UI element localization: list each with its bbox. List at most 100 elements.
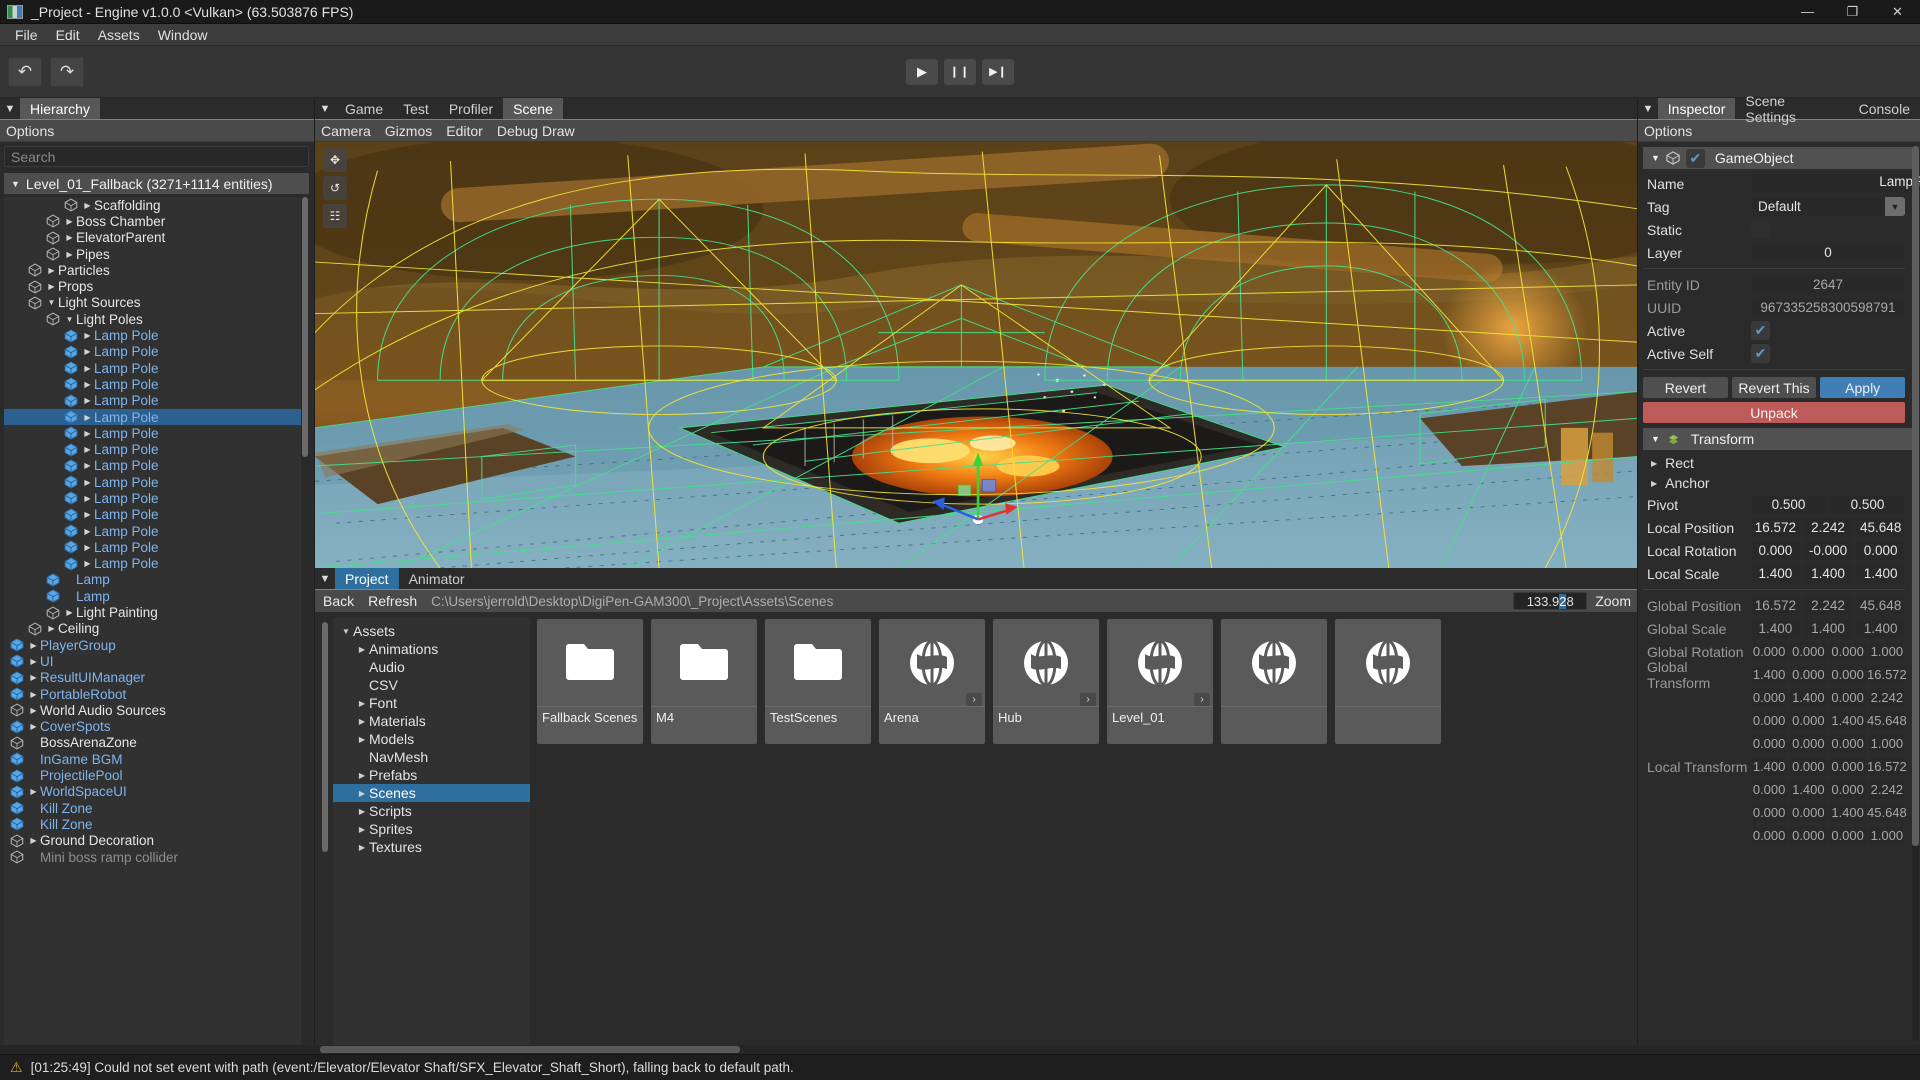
chevron-right-icon[interactable]: ▶ [63,608,76,617]
undo-button[interactable]: ↶ [8,56,42,87]
chevron-right-icon[interactable]: ▶ [45,266,58,275]
project-refresh-button[interactable]: Refresh [368,593,417,609]
hierarchy-item-lamp-pole[interactable]: ▶ Lamp Pole [4,408,309,426]
hierarchy-item-lamp-pole[interactable]: ▶ Lamp Pole [4,344,309,360]
folder-scrollbar[interactable] [321,622,329,877]
asset-card[interactable] [1335,619,1441,744]
hierarchy-item-particles[interactable]: ▶ Particles [4,262,309,278]
hierarchy-scroll-thumb[interactable] [302,197,308,457]
active-checkbox[interactable]: ✔ [1751,321,1770,340]
chevron-down-icon[interactable]: ▼ [45,298,58,307]
pivot-y[interactable]: 0.500 [1830,495,1905,514]
tab-profiler[interactable]: Profiler [439,98,503,119]
close-icon[interactable]: ✕ [1875,0,1920,23]
step-button[interactable]: ▶❙ [982,58,1014,85]
chevron-right-icon[interactable]: ▶ [63,217,76,226]
hierarchy-item-lamp-pole[interactable]: ▶ Lamp Pole [4,458,309,474]
hierarchy-item-lamp-pole[interactable]: ▶ Lamp Pole [4,393,309,409]
asset-card[interactable]: › Level_01 [1107,619,1213,744]
tab-scene[interactable]: Scene [503,98,563,119]
chevron-right-icon[interactable]: ▶ [355,717,369,726]
local-rotation-z[interactable]: 0.000 [1856,541,1906,560]
folder-item-navmesh[interactable]: NavMesh [333,748,530,766]
pivot-x[interactable]: 0.500 [1751,495,1826,514]
tab-test[interactable]: Test [393,98,439,119]
hierarchy-item-lamp-pole[interactable]: ▶ Lamp Pole [4,523,309,539]
menu-assets[interactable]: Assets [89,25,149,45]
hierarchy-item-scaffolding[interactable]: ▶ Scaffolding [4,197,309,213]
scene-viewport[interactable]: ✥ ↺ ☷ [315,142,1637,568]
folder-item-assets[interactable]: ▼ Assets [333,622,530,640]
tab-game[interactable]: Game [335,98,393,119]
hierarchy-item-lamp[interactable]: Lamp [4,572,309,588]
folder-item-audio[interactable]: Audio [333,658,530,676]
chevron-right-icon[interactable]: ▶ [63,233,76,242]
local-position-y[interactable]: 2.242 [1803,518,1853,537]
folder-scroll-thumb[interactable] [322,622,328,852]
asset-card[interactable]: Fallback Scenes [537,619,643,744]
chevron-right-icon[interactable]: ▶ [63,250,76,259]
layer-input[interactable]: 0 [1751,243,1905,262]
inspector-panel-menu-icon[interactable]: ▼ [1638,98,1658,119]
chevron-right-icon[interactable]: ▶ [81,543,94,552]
unpack-button[interactable]: Unpack [1643,402,1905,423]
name-input[interactable]: Lamp Pole [1751,174,1920,193]
chevron-right-icon[interactable]: ▶ [27,690,40,699]
transform-section-header[interactable]: ▼ Transform [1643,428,1912,450]
folder-item-models[interactable]: ▶ Models [333,730,530,748]
scene-gizmos-button[interactable]: Gizmos [385,123,432,139]
local-scale-y[interactable]: 1.400 [1803,564,1853,583]
revert-this-button[interactable]: Revert This [1731,377,1817,398]
chevron-right-icon[interactable]: ▶ [81,331,94,340]
hierarchy-item-lamp-pole[interactable]: ▶ Lamp Pole [4,556,309,572]
chevron-right-icon[interactable]: ▶ [81,380,94,389]
local-scale-x[interactable]: 1.400 [1751,564,1800,583]
bottom-scroll-strip[interactable] [0,1045,1920,1054]
hierarchy-item-coverspots[interactable]: ▶ CoverSpots [4,719,309,735]
chevron-right-icon[interactable]: ▶ [27,836,40,845]
hierarchy-item-lamp-pole[interactable]: ▶ Lamp Pole [4,490,309,506]
folder-item-scripts[interactable]: ▶ Scripts [333,802,530,820]
hierarchy-item-props[interactable]: ▶ Props [4,278,309,294]
hierarchy-search-input[interactable]: Search [4,146,309,167]
hierarchy-item-lamp-pole[interactable]: ▶ Lamp Pole [4,507,309,523]
scene-debugdraw-button[interactable]: Debug Draw [497,123,575,139]
hierarchy-item-boss-chamber[interactable]: ▶ Boss Chamber [4,213,309,229]
scene-panel-menu-icon[interactable]: ▼ [315,98,335,119]
hierarchy-item-playergroup[interactable]: ▶ PlayerGroup [4,637,309,653]
chevron-right-icon[interactable]: ▶ [45,282,58,291]
chevron-right-icon[interactable]: ▶ [45,624,58,633]
chevron-right-icon[interactable]: ▶ [27,673,40,682]
asset-card[interactable]: › Hub [993,619,1099,744]
hierarchy-item-lamp-pole[interactable]: ▶ Lamp Pole [4,425,309,441]
tab-scene-settings[interactable]: Scene Settings [1735,93,1848,125]
hierarchy-tree[interactable]: ▶ Scaffolding ▶ Boss Chamber ▶ ElevatorParent… [4,197,309,1045]
local-rotation-y[interactable]: -0.000 [1803,541,1853,560]
chevron-right-icon[interactable]: ▶ [81,201,94,210]
chevron-right-icon[interactable]: ▶ [355,843,369,852]
folder-item-font[interactable]: ▶ Font [333,694,530,712]
chevron-right-icon[interactable]: ▶ [81,413,94,422]
chevron-right-icon[interactable]: ▶ [27,641,40,650]
asset-expand-icon[interactable]: › [1194,693,1210,706]
asset-expand-icon[interactable]: › [966,693,982,706]
project-zoom-input[interactable]: 133.9 2 8 [1513,592,1588,610]
hierarchy-options-button[interactable]: Options [6,123,54,139]
folder-item-animations[interactable]: ▶ Animations [333,640,530,658]
folder-item-csv[interactable]: CSV [333,676,530,694]
folder-item-scenes[interactable]: ▶ Scenes [333,784,530,802]
chevron-right-icon[interactable]: ▶ [81,429,94,438]
inspector-scroll-thumb[interactable] [1912,146,1919,846]
hierarchy-item-light-painting[interactable]: ▶ Light Painting [4,604,309,620]
maximize-icon[interactable]: ❐ [1830,0,1875,23]
tab-inspector[interactable]: Inspector [1657,98,1736,119]
hierarchy-item-bossarenazone[interactable]: BossArenaZone [4,735,309,751]
hierarchy-item-lamp-pole[interactable]: ▶ Lamp Pole [4,474,309,490]
chevron-right-icon[interactable]: ▶ [27,657,40,666]
chevron-right-icon[interactable]: ▶ [355,735,369,744]
chevron-right-icon[interactable]: ▶ [81,347,94,356]
hierarchy-item-ceiling[interactable]: ▶ Ceiling [4,621,309,637]
project-asset-grid[interactable]: Fallback Scenes M4 TestScenes › Arena › Hub › Le… [530,612,1637,1045]
minimize-icon[interactable]: — [1785,0,1830,23]
hierarchy-item-kill-zone[interactable]: Kill Zone [4,800,309,816]
